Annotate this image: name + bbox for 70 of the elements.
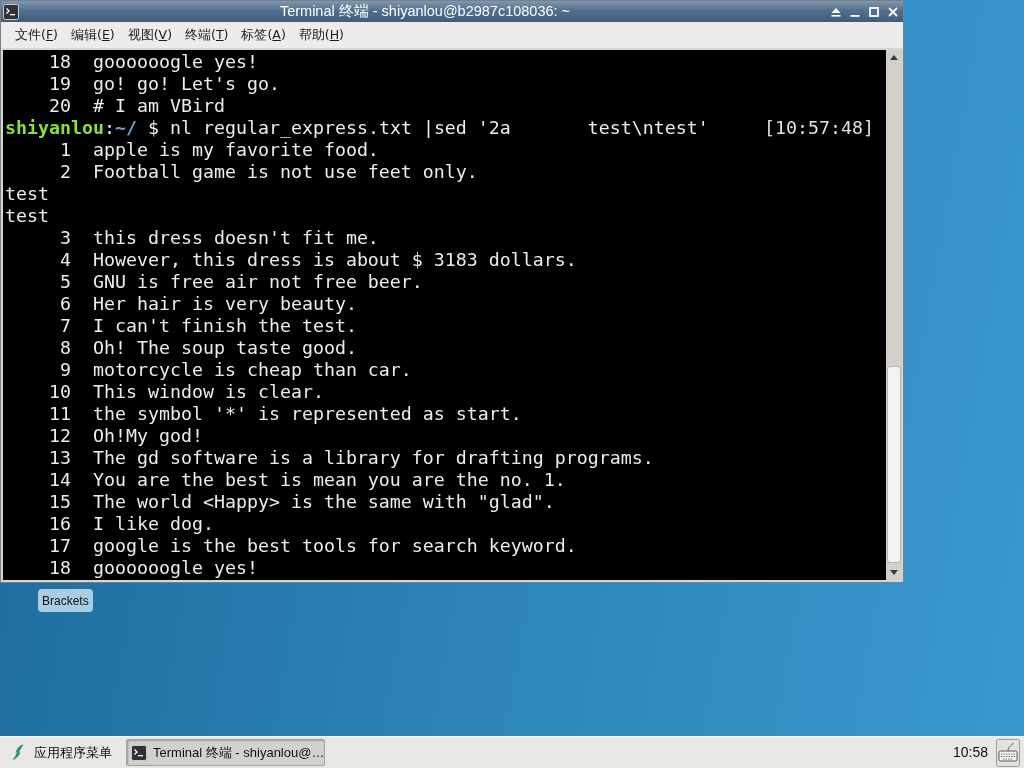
output-text: Oh! The soup taste good. (92, 337, 357, 359)
output-text: Football game is not use feet only. (92, 161, 478, 183)
output-text: goooooogle yes! (92, 557, 258, 579)
output-text: I can't finish the test. (92, 315, 357, 337)
output-text: apple is my favorite food. (92, 139, 379, 161)
menu-item[interactable]: 终端(T) (181, 23, 233, 47)
output-text: motorcycle is cheap than car. (92, 359, 412, 381)
keyboard-icon[interactable] (996, 738, 1020, 767)
output-text: Her hair is very beauty. (92, 293, 357, 315)
line-number: 19 (47, 73, 71, 95)
line-number: 9 (58, 359, 71, 381)
line-number: 18 (47, 557, 71, 579)
line-number: 18 (47, 51, 71, 73)
leaf-icon (11, 744, 25, 761)
line-number: 5 (58, 271, 71, 293)
output-text: I like dog. (92, 513, 214, 535)
terminal-icon (131, 744, 147, 761)
line-number: 2 (58, 161, 71, 183)
line-number: 7 (58, 315, 71, 337)
line-number: 10 (47, 381, 71, 403)
line-number: 14 (47, 469, 71, 491)
command-text: nl regular_express.txt |sed '2a test\ntest' (169, 117, 709, 139)
line-number: 13 (47, 447, 71, 469)
prompt-path: ~/ (115, 117, 137, 139)
output-text: the symbol '*' is represented as start. (92, 403, 522, 425)
menu-item[interactable]: 视图(V) (123, 23, 176, 47)
line-number: 20 (47, 95, 71, 117)
line-number: 17 (47, 535, 71, 557)
app-menu-button[interactable]: 应用程序菜单 (9, 738, 116, 767)
output-text: Oh!My god! (92, 425, 203, 447)
menu-item[interactable]: 编辑(E) (67, 23, 119, 47)
menu-item[interactable]: 帮助(H) (294, 23, 348, 47)
output-text: GNU is free air not free beer. (92, 271, 423, 293)
output-text: go! go! Let's go. (92, 73, 280, 95)
output-text: # I am VBird (92, 95, 225, 117)
line-number: 12 (47, 425, 71, 447)
eject-icon[interactable] (831, 6, 841, 17)
prompt-time: [10:57:48] (764, 117, 874, 139)
output-text: google is the best tools for search keyword. (92, 535, 577, 557)
line-number: 15 (47, 491, 71, 513)
clock-time: 10:58 (952, 743, 988, 762)
terminal-icon[interactable] (3, 3, 19, 20)
taskbar-window-button[interactable]: Terminal 终端 - shiyanlou@… (126, 739, 325, 766)
line-number: 3 (58, 227, 71, 249)
line-number: 16 (47, 513, 71, 535)
output-text: test (5, 205, 49, 227)
line-number: 11 (47, 403, 71, 425)
close-icon[interactable] (888, 6, 898, 17)
output-text: The gd software is a library for drafting programs. (92, 447, 654, 469)
prompt-user: shiyanlou (5, 117, 104, 139)
output-text: This window is clear. (92, 381, 324, 403)
output-text: The world <Happy> is the same with "glad". (92, 491, 555, 513)
menu-item[interactable]: 文件(F) (11, 23, 62, 47)
scrollbar-thumb[interactable] (887, 366, 901, 563)
output-text: goooooogle yes! (92, 51, 258, 73)
maximize-icon[interactable] (869, 6, 879, 17)
output-text: However, this dress is about $ 3183 dollars. (92, 249, 577, 271)
line-number: 8 (58, 337, 71, 359)
output-text: test (5, 183, 49, 205)
line-number: 4 (58, 249, 71, 271)
scrollbar[interactable] (886, 50, 902, 580)
output-text: You are the best is mean you are the no. 1. (92, 469, 566, 491)
desktop-icon-label[interactable]: Brackets (38, 589, 93, 612)
line-number: 1 (58, 139, 71, 161)
window-title: Terminal 终端 - shiyanlou@b2987c108036: ~ (279, 2, 571, 21)
line-number: 6 (58, 293, 71, 315)
prompt-symbol: $ (147, 117, 159, 139)
menu-item[interactable]: 标签(A) (237, 23, 290, 47)
prompt-separator: : (104, 117, 115, 139)
output-text: this dress doesn't fit me. (92, 227, 379, 249)
